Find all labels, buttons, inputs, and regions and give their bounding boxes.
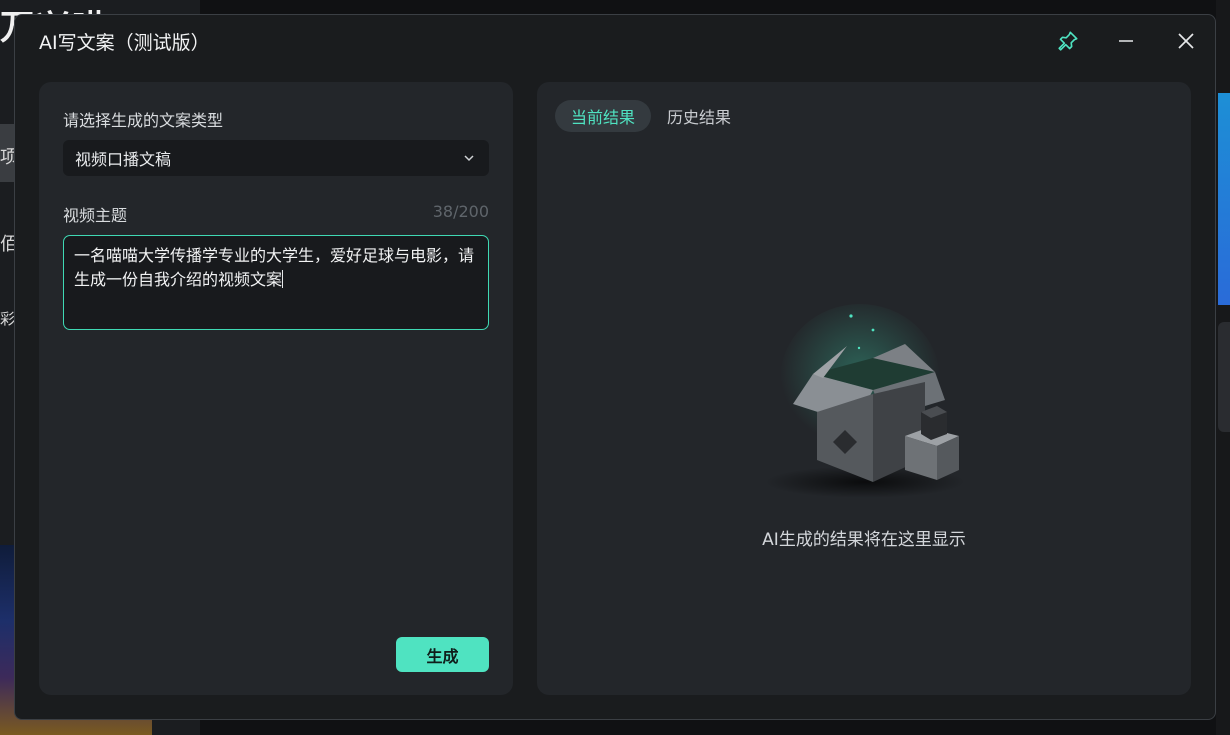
chevron-down-icon [461, 150, 477, 166]
background-item[interactable]: 佰 [0, 230, 14, 256]
tab-history-result[interactable]: 历史结果 [651, 100, 747, 132]
video-topic-label: 视频主题 [63, 206, 128, 225]
background-item[interactable]: 项 [0, 143, 14, 169]
empty-result-message: AI生成的结果将在这里显示 [762, 530, 966, 550]
copy-type-label: 请选择生成的文案类型 [63, 111, 224, 130]
background-preview-strip [1218, 93, 1230, 305]
background-item[interactable]: 彩 [0, 308, 14, 329]
minimize-button[interactable] [1111, 27, 1141, 55]
close-icon [1178, 33, 1194, 49]
minimize-icon [1119, 40, 1133, 42]
tab-current-result[interactable]: 当前结果 [555, 100, 652, 132]
dialog-title: AI写文案（测试版） [39, 32, 210, 54]
background-right-pane [1216, 0, 1230, 735]
copy-type-selected-value: 视频口播文稿 [75, 150, 172, 169]
close-button[interactable] [1171, 27, 1201, 55]
character-counter: 38/200 [432, 202, 489, 221]
generate-button[interactable]: 生成 [396, 637, 489, 672]
video-topic-text: 一名喵喵大学传播学专业的大学生，爱好足球与电影，请生成一份自我介绍的视频文案 [74, 246, 475, 289]
result-tabs: 当前结果 历史结果 [555, 100, 747, 132]
result-panel: 当前结果 历史结果 AI生成的结果将在这里显示 [537, 82, 1191, 695]
text-caret [282, 270, 284, 288]
empty-box-illustration [765, 304, 965, 498]
ai-copywriting-dialog: AI写文案（测试版） 请选择生成的文案类型 视频口播文稿 视频主题 38/200… [14, 14, 1216, 720]
background-control [1218, 322, 1230, 432]
pin-button[interactable] [1053, 27, 1083, 55]
pin-icon [1058, 31, 1078, 51]
input-panel: 请选择生成的文案类型 视频口播文稿 视频主题 38/200 一名喵喵大学传播学专… [39, 82, 513, 695]
video-topic-input[interactable]: 一名喵喵大学传播学专业的大学生，爱好足球与电影，请生成一份自我介绍的视频文案 [63, 235, 489, 330]
copy-type-select[interactable]: 视频口播文稿 [63, 140, 489, 176]
